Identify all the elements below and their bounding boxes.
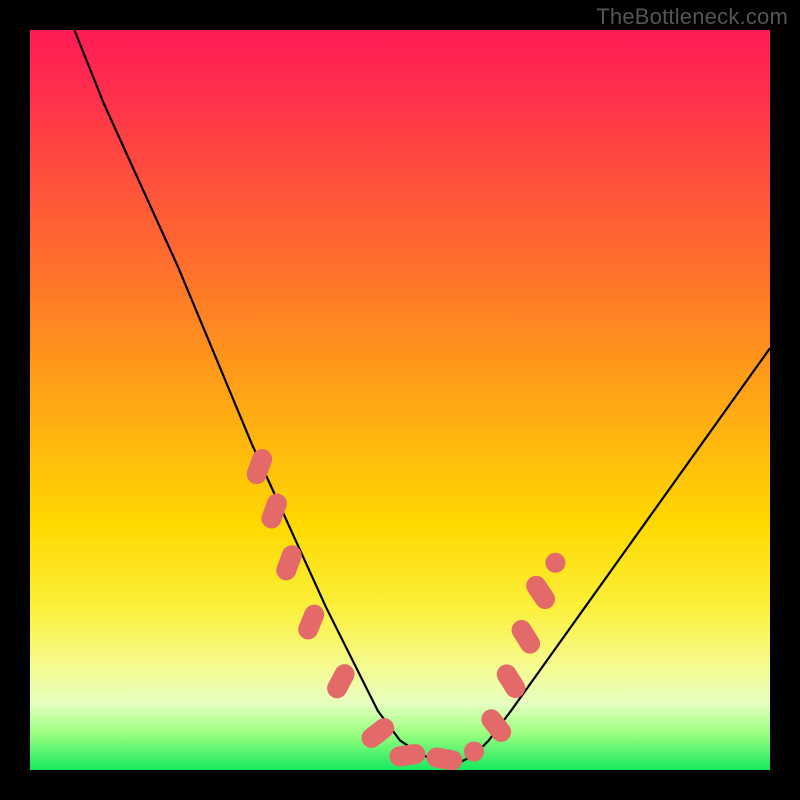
marker-pill <box>388 743 426 768</box>
curve-markers <box>244 446 566 770</box>
marker-pill <box>493 661 529 702</box>
marker-pill <box>295 602 327 643</box>
marker-pill <box>508 616 544 657</box>
marker-dot <box>545 553 565 573</box>
marker-pill <box>244 446 275 487</box>
watermark-text: TheBottleneck.com <box>596 4 788 30</box>
marker-pill <box>522 572 559 613</box>
bottleneck-curve <box>74 30 770 763</box>
marker-pill <box>357 714 398 752</box>
marker-pill <box>259 491 290 532</box>
chart-frame: TheBottleneck.com <box>0 0 800 800</box>
plot-area <box>30 30 770 770</box>
chart-svg <box>30 30 770 770</box>
marker-pill <box>425 746 464 770</box>
marker-pill <box>324 661 359 702</box>
marker-pill <box>477 705 515 746</box>
marker-dot <box>464 742 484 762</box>
marker-pill <box>273 542 304 583</box>
